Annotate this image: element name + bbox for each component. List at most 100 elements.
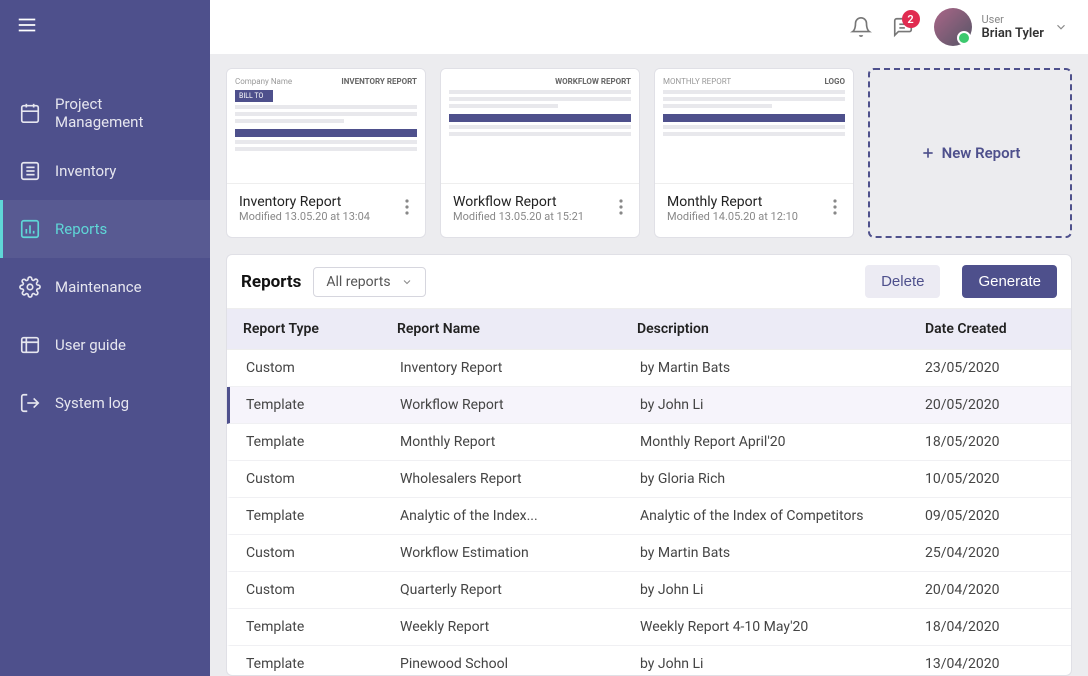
cell-name: Inventory Report: [400, 360, 640, 376]
nav-label: System log: [55, 394, 129, 412]
messages-badge: 2: [902, 10, 920, 28]
nav-label: Inventory: [55, 162, 116, 180]
cell-type: Custom: [246, 471, 400, 487]
filter-label: All reports: [326, 274, 390, 290]
col-header-desc: Description: [637, 321, 925, 337]
user-name: Brian Tyler: [982, 26, 1044, 42]
sidebar-item-reports[interactable]: Reports: [0, 200, 210, 258]
table-row[interactable]: Template Analytic of the Index... Analyt…: [227, 498, 1071, 535]
avatar: [934, 8, 972, 46]
report-card[interactable]: Company NameINVENTORY REPORT BILL TO Inv…: [226, 68, 426, 238]
card-modified: Modified 13.05.20 at 13:04: [239, 210, 401, 223]
menu-toggle[interactable]: [0, 0, 210, 54]
cell-name: Analytic of the Index...: [400, 508, 640, 524]
cell-type: Custom: [246, 582, 400, 598]
nav-label: User guide: [55, 336, 126, 354]
cell-desc: Monthly Report April'20: [640, 434, 925, 450]
nav-label: Reports: [55, 220, 107, 238]
card-menu-button[interactable]: [615, 195, 627, 223]
card-menu-button[interactable]: [401, 195, 413, 223]
report-thumbnail: Company NameINVENTORY REPORT BILL TO: [227, 69, 425, 184]
book-icon: [19, 334, 41, 356]
table-row[interactable]: Custom Inventory Report by Martin Bats 2…: [227, 350, 1071, 387]
messages-icon[interactable]: 2: [892, 16, 914, 38]
table-row[interactable]: Template Workflow Report by John Li 20/0…: [227, 387, 1071, 424]
sidebar: Project Management Inventory Reports Mainte…: [0, 0, 210, 676]
table-row[interactable]: Custom Wholesalers Report by Gloria Rich…: [227, 461, 1071, 498]
sidebar-item-maintenance[interactable]: Maintenance: [0, 258, 210, 316]
report-thumbnail: WORKFLOW REPORT: [441, 69, 639, 184]
new-report-button[interactable]: New Report: [868, 68, 1072, 238]
sidebar-item-inventory[interactable]: Inventory: [0, 142, 210, 200]
cell-desc: by John Li: [640, 582, 925, 598]
col-header-date: Date Created: [925, 321, 1055, 337]
list-icon: [19, 160, 41, 182]
cell-name: Workflow Estimation: [400, 545, 640, 561]
sidebar-item-user-guide[interactable]: User guide: [0, 316, 210, 374]
cell-type: Template: [246, 508, 400, 524]
generate-button[interactable]: Generate: [962, 265, 1057, 298]
cell-date: 23/05/2020: [925, 360, 1055, 376]
col-header-name: Report Name: [397, 321, 637, 337]
cell-date: 10/05/2020: [925, 471, 1055, 487]
cell-type: Template: [246, 656, 400, 672]
cell-desc: Weekly Report 4-10 May'20: [640, 619, 925, 635]
table-header: Report Type Report Name Description Date…: [227, 308, 1071, 350]
cell-date: 20/05/2020: [925, 397, 1055, 413]
cell-name: Workflow Report: [400, 397, 640, 413]
table-row[interactable]: Template Pinewood School by John Li 13/0…: [227, 646, 1071, 675]
table-row[interactable]: Template Weekly Report Weekly Report 4-1…: [227, 609, 1071, 646]
cell-type: Custom: [246, 545, 400, 561]
new-report-label: New Report: [942, 144, 1021, 162]
cell-desc: by Martin Bats: [640, 545, 925, 561]
user-menu[interactable]: User Brian Tyler: [934, 8, 1068, 46]
gear-icon: [19, 276, 41, 298]
chevron-down-icon: [1054, 20, 1068, 34]
cell-name: Monthly Report: [400, 434, 640, 450]
cell-name: Weekly Report: [400, 619, 640, 635]
reports-panel: Reports All reports Delete Generate Repo…: [226, 254, 1072, 676]
table-row[interactable]: Template Monthly Report Monthly Report A…: [227, 424, 1071, 461]
sidebar-item-project-management[interactable]: Project Management: [0, 84, 210, 142]
logout-icon: [19, 392, 41, 414]
cell-date: 20/04/2020: [925, 582, 1055, 598]
cell-desc: by Martin Bats: [640, 360, 925, 376]
sidebar-item-system-log[interactable]: System log: [0, 374, 210, 432]
bell-icon[interactable]: [850, 16, 872, 38]
cell-desc: Analytic of the Index of Competitors: [640, 508, 925, 524]
col-header-type: Report Type: [243, 321, 397, 337]
card-title: Monthly Report: [667, 194, 829, 210]
card-menu-button[interactable]: [829, 195, 841, 223]
filter-dropdown[interactable]: All reports: [313, 267, 425, 297]
cell-date: 18/04/2020: [925, 619, 1055, 635]
nav-label: Project Management: [55, 95, 194, 131]
cell-date: 09/05/2020: [925, 508, 1055, 524]
cell-name: Wholesalers Report: [400, 471, 640, 487]
card-modified: Modified 14.05.20 at 12:10: [667, 210, 829, 223]
cell-date: 18/05/2020: [925, 434, 1055, 450]
user-role: User: [982, 13, 1044, 26]
nav-label: Maintenance: [55, 278, 142, 296]
cell-name: Quarterly Report: [400, 582, 640, 598]
cell-type: Template: [246, 397, 400, 413]
cell-desc: by John Li: [640, 656, 925, 672]
cell-date: 25/04/2020: [925, 545, 1055, 561]
cell-date: 13/04/2020: [925, 656, 1055, 672]
cell-type: Template: [246, 434, 400, 450]
calendar-icon: [19, 102, 41, 124]
report-card[interactable]: WORKFLOW REPORT Workflow Report Modified…: [440, 68, 640, 238]
report-card[interactable]: MONTHLY REPORTLOGO Monthly Report Modifi…: [654, 68, 854, 238]
cell-desc: by John Li: [640, 397, 925, 413]
chevron-down-icon: [401, 276, 413, 288]
report-thumbnail: MONTHLY REPORTLOGO: [655, 69, 853, 184]
card-modified: Modified 13.05.20 at 15:21: [453, 210, 615, 223]
cell-type: Custom: [246, 360, 400, 376]
cell-name: Pinewood School: [400, 656, 640, 672]
topbar: 2 User Brian Tyler: [210, 0, 1088, 54]
card-title: Inventory Report: [239, 194, 401, 210]
cell-type: Template: [246, 619, 400, 635]
panel-title: Reports: [241, 272, 301, 292]
table-row[interactable]: Custom Workflow Estimation by Martin Bat…: [227, 535, 1071, 572]
table-row[interactable]: Custom Quarterly Report by John Li 20/04…: [227, 572, 1071, 609]
delete-button[interactable]: Delete: [865, 265, 940, 298]
